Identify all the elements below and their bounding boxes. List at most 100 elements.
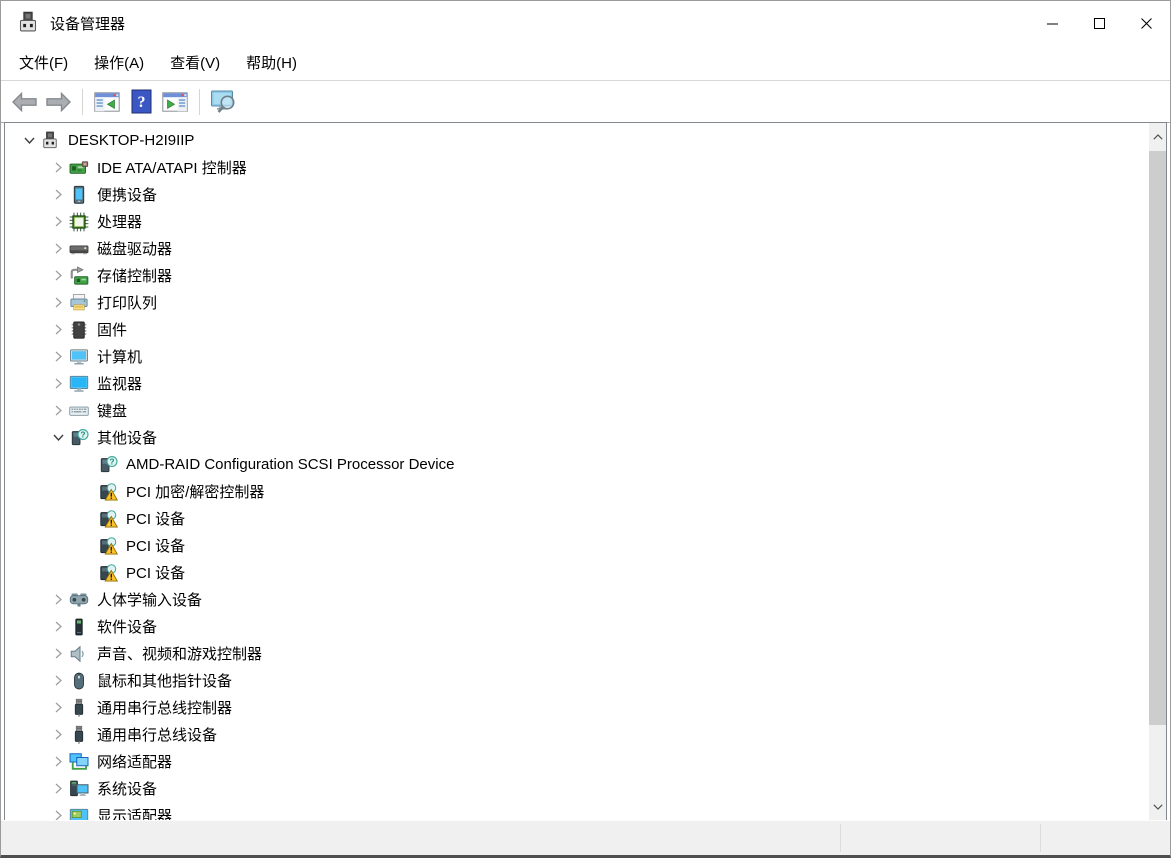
tree-item[interactable]: 磁盘驱动器 — [5, 235, 1149, 262]
help-button[interactable]: ? — [125, 86, 157, 118]
chevron-right-icon[interactable] — [47, 294, 69, 312]
close-button[interactable] — [1123, 1, 1170, 45]
chevron-right-icon[interactable] — [47, 672, 69, 690]
vertical-scrollbar[interactable] — [1149, 123, 1166, 821]
chevron-right-icon[interactable] — [47, 780, 69, 798]
chevron-right-icon[interactable] — [47, 402, 69, 420]
svg-text:?: ? — [137, 94, 145, 111]
menu-item-view[interactable]: 查看(V) — [170, 52, 220, 73]
menu-item-help[interactable]: 帮助(H) — [246, 52, 297, 73]
chevron-right-icon[interactable] — [47, 267, 69, 285]
show-console-tree-button[interactable] — [91, 86, 123, 118]
tree-item[interactable]: 便携设备 — [5, 181, 1149, 208]
scrollbar-track[interactable] — [1149, 151, 1166, 793]
tree-item[interactable]: 系统设备 — [5, 775, 1149, 802]
chevron-right-icon[interactable] — [47, 240, 69, 258]
tree-item-label: 鼠标和其他指针设备 — [97, 670, 232, 691]
device-manager-window: 设备管理器 文件(F) 操作(A) 查看(V) 帮助(H) — [0, 0, 1171, 858]
tree-item[interactable]: 通用串行总线设备 — [5, 721, 1149, 748]
warning-device-icon — [98, 482, 118, 502]
chevron-right-icon[interactable] — [47, 753, 69, 771]
arrow-left-icon — [11, 91, 38, 113]
tree-item[interactable]: 显示适配器 — [5, 802, 1149, 821]
tree-item[interactable]: PCI 设备 — [5, 532, 1149, 559]
device-tree: DESKTOP-H2I9IIPIDE ATA/ATAPI 控制器便携设备处理器磁… — [5, 123, 1149, 821]
minimize-button[interactable] — [1029, 1, 1076, 45]
menu-item-action[interactable]: 操作(A) — [94, 52, 144, 73]
tree-item-label: 便携设备 — [97, 184, 157, 205]
tree-item[interactable]: PCI 设备 — [5, 505, 1149, 532]
chevron-right-icon[interactable] — [47, 726, 69, 744]
scrollbar-thumb[interactable] — [1149, 151, 1166, 725]
console-tree-icon — [94, 91, 120, 113]
chevron-right-icon[interactable] — [47, 159, 69, 177]
chevron-right-icon[interactable] — [47, 618, 69, 636]
tree-item[interactable]: 存储控制器 — [5, 262, 1149, 289]
tree-item[interactable]: 监视器 — [5, 370, 1149, 397]
tree-item[interactable]: PCI 加密/解密控制器 — [5, 478, 1149, 505]
scroll-up-button[interactable] — [1149, 123, 1166, 151]
tree-item[interactable]: 网络适配器 — [5, 748, 1149, 775]
chevron-right-icon[interactable] — [47, 591, 69, 609]
scan-hardware-changes-button[interactable] — [208, 86, 240, 118]
tree-item[interactable]: 计算机 — [5, 343, 1149, 370]
tree-item-label: 固件 — [97, 319, 127, 340]
warning-device-icon — [98, 563, 118, 583]
chevron-right-icon[interactable] — [47, 321, 69, 339]
tree-item[interactable]: IDE ATA/ATAPI 控制器 — [5, 154, 1149, 181]
tree-item-label: 键盘 — [97, 400, 127, 421]
statusbar-divider — [840, 824, 841, 852]
tree-item[interactable]: 人体学输入设备 — [5, 586, 1149, 613]
tree-item-label: 其他设备 — [97, 427, 157, 448]
chevron-right-icon[interactable] — [47, 375, 69, 393]
tree-item[interactable]: ?其他设备 — [5, 424, 1149, 451]
usb-device-icon — [69, 698, 89, 718]
warning-device-icon — [98, 536, 118, 556]
show-action-pane-button[interactable] — [159, 86, 191, 118]
tree-item[interactable]: 鼠标和其他指针设备 — [5, 667, 1149, 694]
chevron-right-icon[interactable] — [47, 348, 69, 366]
tree-item-label: 人体学输入设备 — [97, 589, 202, 610]
toolbar-separator — [82, 89, 83, 115]
tree-item[interactable]: 打印队列 — [5, 289, 1149, 316]
chevron-right-icon[interactable] — [47, 213, 69, 231]
tree-item-label: 监视器 — [97, 373, 142, 394]
tree-item[interactable]: 通用串行总线控制器 — [5, 694, 1149, 721]
close-icon — [1140, 17, 1153, 30]
portable-device-icon — [69, 185, 89, 205]
tree-item-label: 网络适配器 — [97, 751, 172, 772]
tree-item-label: PCI 加密/解密控制器 — [126, 481, 264, 502]
chevron-right-icon[interactable] — [47, 645, 69, 663]
window-title: 设备管理器 — [50, 13, 125, 34]
chevron-spacer — [76, 456, 98, 474]
chevron-down-icon — [1153, 804, 1163, 810]
tree-item[interactable]: 声音、视频和游戏控制器 — [5, 640, 1149, 667]
minimize-icon — [1046, 17, 1059, 30]
computer-icon — [69, 347, 89, 367]
chevron-down-icon[interactable] — [18, 132, 40, 150]
forward-button[interactable] — [42, 86, 74, 118]
tree-item[interactable]: 软件设备 — [5, 613, 1149, 640]
tree-item[interactable]: PCI 设备 — [5, 559, 1149, 586]
tree-item-label: 处理器 — [97, 211, 142, 232]
chevron-spacer — [76, 564, 98, 582]
tree-item[interactable]: ?AMD-RAID Configuration SCSI Processor D… — [5, 451, 1149, 478]
firmware-icon — [69, 320, 89, 340]
toolbar-separator — [199, 89, 200, 115]
tree-item[interactable]: 固件 — [5, 316, 1149, 343]
tree-item[interactable]: 键盘 — [5, 397, 1149, 424]
chevron-right-icon[interactable] — [47, 699, 69, 717]
chevron-spacer — [76, 510, 98, 528]
usb-device-icon — [69, 725, 89, 745]
ide-controller-icon — [69, 158, 89, 178]
chevron-down-icon[interactable] — [47, 429, 69, 447]
tree-item[interactable]: DESKTOP-H2I9IIP — [5, 127, 1149, 154]
menu-item-file[interactable]: 文件(F) — [19, 52, 68, 73]
scroll-down-button[interactable] — [1149, 793, 1166, 821]
maximize-button[interactable] — [1076, 1, 1123, 45]
chevron-right-icon[interactable] — [47, 186, 69, 204]
chevron-right-icon[interactable] — [47, 807, 69, 822]
help-icon: ? — [131, 89, 152, 114]
back-button[interactable] — [8, 86, 40, 118]
tree-item[interactable]: 处理器 — [5, 208, 1149, 235]
